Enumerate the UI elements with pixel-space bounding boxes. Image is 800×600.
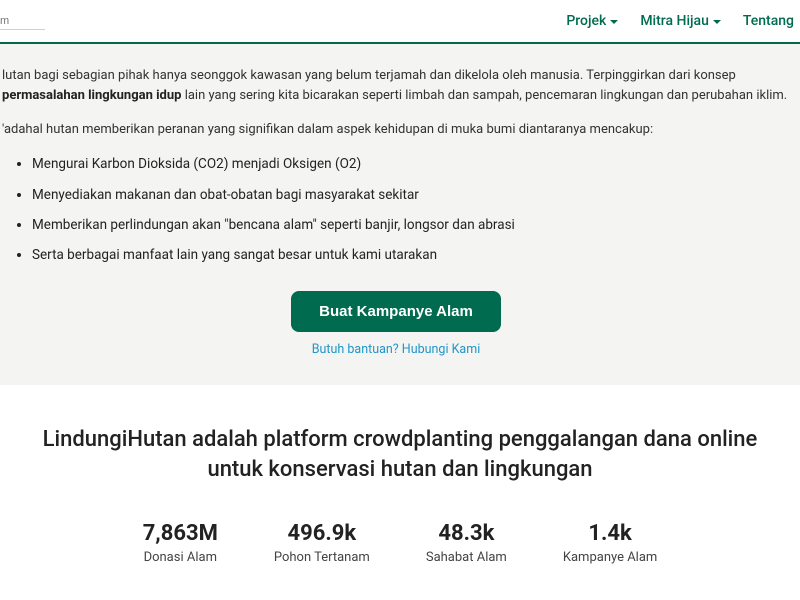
list-item: Mengurai Karbon Dioksida (CO2) menjadi O… xyxy=(32,154,790,174)
create-campaign-button[interactable]: Buat Kampanye Alam xyxy=(291,291,501,332)
content-section: lutan bagi sebagian pihak hanya seonggok… xyxy=(0,44,800,385)
chevron-down-icon xyxy=(713,20,721,24)
stat-label: Sahabat Alam xyxy=(426,550,507,565)
cta-wrap: Buat Kampanye Alam Butuh bantuan? Hubung… xyxy=(2,291,790,357)
nav-mitra-label: Mitra Hijau xyxy=(640,13,709,29)
chevron-down-icon xyxy=(610,20,618,24)
para1-bold: permasalahan lingkungan idup xyxy=(2,88,181,103)
list-item: Menyediakan makanan dan obat-obatan bagi… xyxy=(32,185,790,205)
stat-value: 48.3k xyxy=(426,521,507,546)
stat-value: 1.4k xyxy=(563,521,657,546)
stats-row: 7,863M Donasi Alam 496.9k Pohon Tertanam… xyxy=(20,521,780,565)
help-link[interactable]: Butuh bantuan? Hubungi Kami xyxy=(2,342,790,357)
nav: Projek Mitra Hijau Tentang xyxy=(566,13,800,29)
stat-label: Kampanye Alam xyxy=(563,550,657,565)
stat-sahabat-alam: 48.3k Sahabat Alam xyxy=(426,521,507,565)
nav-projek[interactable]: Projek xyxy=(566,13,618,29)
stat-pohon-tertanam: 496.9k Pohon Tertanam xyxy=(274,521,370,565)
search-wrap xyxy=(0,12,45,30)
para1-part-a: lutan bagi sebagian pihak hanya seonggok… xyxy=(2,68,736,83)
stat-label: Donasi Alam xyxy=(143,550,218,565)
nav-mitra-hijau[interactable]: Mitra Hijau xyxy=(640,13,721,29)
benefits-list: Mengurai Karbon Dioksida (CO2) menjadi O… xyxy=(2,154,790,265)
nav-tentang[interactable]: Tentang xyxy=(743,13,794,29)
stat-value: 496.9k xyxy=(274,521,370,546)
stat-donasi-alam: 7,863M Donasi Alam xyxy=(143,521,218,565)
list-item: Serta berbagai manfaat lain yang sangat … xyxy=(32,245,790,265)
platform-headline: LindungiHutan adalah platform crowdplant… xyxy=(30,425,770,484)
stat-label: Pohon Tertanam xyxy=(274,550,370,565)
topbar: Projek Mitra Hijau Tentang xyxy=(0,0,800,44)
nav-tentang-label: Tentang xyxy=(743,13,794,29)
nav-projek-label: Projek xyxy=(566,13,606,29)
stat-value: 7,863M xyxy=(143,521,218,546)
para1-part-b: lain yang sering kita bicarakan seperti … xyxy=(181,88,787,103)
search-input[interactable] xyxy=(0,13,45,30)
intro-paragraph-1: lutan bagi sebagian pihak hanya seonggok… xyxy=(2,66,790,106)
platform-section: LindungiHutan adalah platform crowdplant… xyxy=(0,385,800,564)
intro-paragraph-2: 'adahal hutan memberikan peranan yang si… xyxy=(2,120,790,140)
stat-kampanye-alam: 1.4k Kampanye Alam xyxy=(563,521,657,565)
list-item: Memberikan perlindungan akan "bencana al… xyxy=(32,215,790,235)
